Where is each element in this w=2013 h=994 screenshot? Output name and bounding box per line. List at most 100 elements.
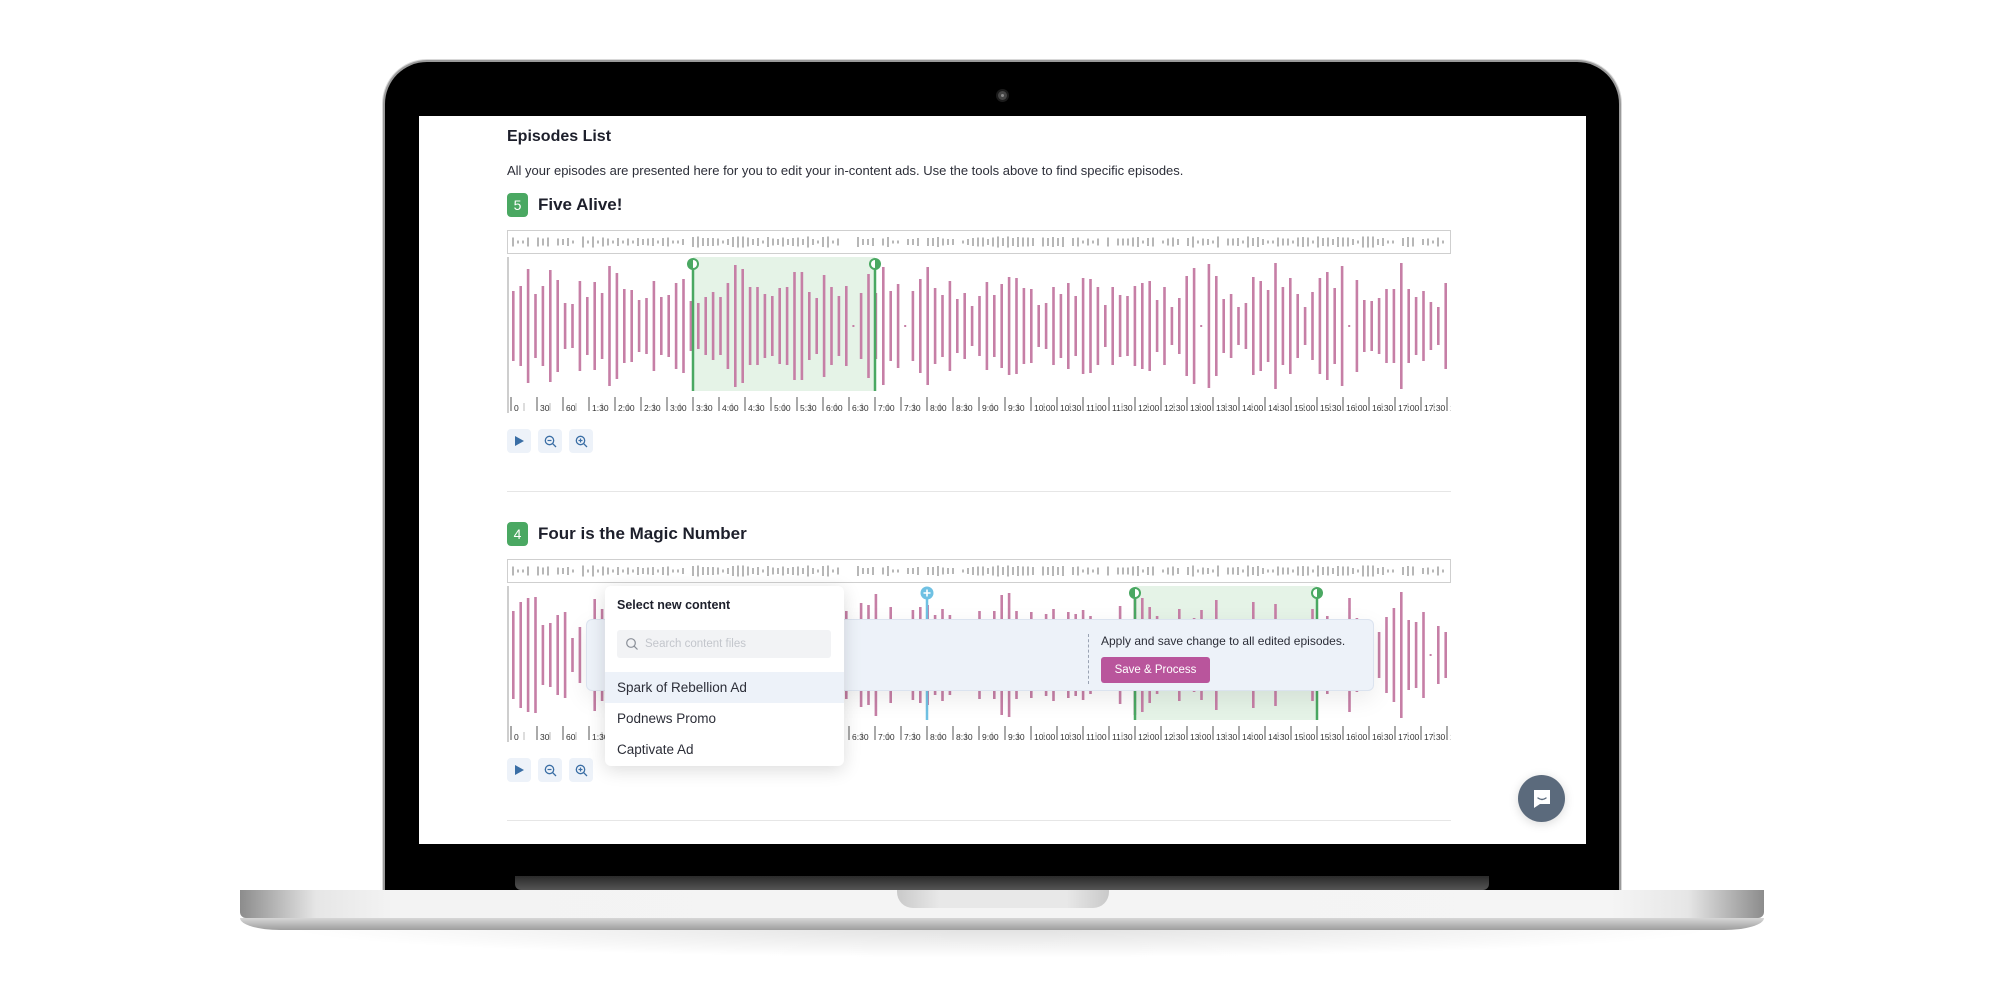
zoom-out-button[interactable] bbox=[538, 758, 562, 782]
overview-bar bbox=[1172, 237, 1174, 247]
dropdown-item[interactable]: Captivate Ad bbox=[605, 734, 844, 765]
overview-bar bbox=[747, 237, 749, 247]
overview-bar bbox=[1262, 239, 1264, 245]
waveform-bar bbox=[1414, 622, 1418, 688]
waveform-bar bbox=[741, 269, 744, 383]
time-label: 6:30 bbox=[852, 732, 869, 742]
overview-bar bbox=[677, 569, 679, 573]
episode-title[interactable]: Five Alive! bbox=[538, 195, 622, 215]
time-label: 13:30 bbox=[1216, 732, 1238, 742]
waveform-bar bbox=[623, 289, 626, 363]
overview-waveform[interactable] bbox=[507, 230, 1451, 254]
overview-bar bbox=[1017, 566, 1019, 576]
waveform-bar bbox=[1104, 305, 1107, 347]
overview-waveform[interactable] bbox=[507, 559, 1451, 583]
overview-bar bbox=[1232, 567, 1234, 575]
page-title: Episodes List bbox=[507, 128, 612, 145]
waveform-bar bbox=[1377, 632, 1381, 678]
waveform-bar bbox=[1429, 654, 1432, 656]
overview-bar bbox=[992, 237, 994, 247]
overview-bar bbox=[1352, 239, 1354, 245]
overview-bar bbox=[652, 238, 654, 246]
dropdown-item[interactable]: Spark of Rebellion Ad bbox=[605, 672, 844, 703]
time-label: 9:00 bbox=[982, 732, 999, 742]
overview-bar bbox=[572, 569, 574, 573]
play-icon bbox=[515, 436, 524, 446]
zoom-out-button[interactable] bbox=[538, 429, 562, 453]
overview-bar bbox=[522, 569, 524, 573]
overview-bar bbox=[992, 566, 994, 576]
overview-bar bbox=[747, 566, 749, 576]
time-label: 14:30 bbox=[1268, 732, 1290, 742]
overview-bar bbox=[732, 566, 734, 576]
time-label: 16:00 bbox=[1346, 403, 1368, 413]
overview-bar bbox=[872, 567, 874, 575]
overview-bar bbox=[1072, 567, 1074, 575]
overview-bar bbox=[627, 238, 629, 246]
time-label: 12:00 bbox=[1138, 403, 1160, 413]
zoom-in-button[interactable] bbox=[569, 758, 593, 782]
waveform-bar bbox=[778, 288, 781, 364]
overview-bar bbox=[827, 236, 829, 248]
play-button[interactable] bbox=[507, 758, 531, 782]
waveform-bar bbox=[808, 292, 811, 360]
overview-bar bbox=[1342, 237, 1344, 247]
content-search-input[interactable] bbox=[643, 637, 827, 651]
play-button[interactable] bbox=[507, 429, 531, 453]
overview-bar bbox=[837, 567, 839, 575]
overview-bar bbox=[757, 567, 759, 575]
overview-bar bbox=[987, 568, 989, 574]
overview-bar bbox=[567, 238, 569, 246]
overview-bar bbox=[862, 568, 864, 574]
overview-bar bbox=[1122, 238, 1124, 246]
chat-button[interactable] bbox=[1518, 775, 1565, 822]
waveform-bar bbox=[578, 627, 582, 683]
zoom-in-button[interactable] bbox=[569, 429, 593, 453]
waveform-bar bbox=[660, 297, 663, 355]
overview-bar bbox=[1247, 236, 1249, 248]
overview-bar bbox=[887, 237, 889, 247]
episode-title[interactable]: Four is the Magic Number bbox=[538, 524, 747, 544]
waveform-editor[interactable]: 0 30 60 1:30 2:00 2:30 3:00 3:30 4:00 4:30 5:00 5:3… bbox=[507, 257, 1451, 413]
waveform-bar bbox=[711, 292, 715, 360]
waveform-bar bbox=[734, 265, 737, 387]
waveform-bar bbox=[1377, 298, 1381, 354]
overview-bar bbox=[1282, 567, 1284, 575]
episode-divider bbox=[507, 491, 1451, 492]
waveform-bar bbox=[1052, 287, 1055, 365]
waveform-bar bbox=[697, 303, 700, 349]
overview-bar bbox=[1002, 238, 1004, 246]
time-label: 15:30 bbox=[1320, 732, 1342, 742]
overview-bar bbox=[1252, 567, 1254, 575]
waveform-bar bbox=[1074, 296, 1077, 356]
overview-bar bbox=[1432, 240, 1434, 244]
adbar-separator bbox=[1088, 634, 1089, 684]
time-label: 7:00 bbox=[878, 732, 895, 742]
overview-bar bbox=[1047, 238, 1049, 246]
waveform-bar bbox=[534, 294, 537, 358]
waveform-bar bbox=[1000, 284, 1003, 368]
overview-bar bbox=[887, 566, 889, 576]
overview-bar bbox=[692, 237, 694, 247]
overview-bar bbox=[1012, 238, 1014, 246]
overview-bar bbox=[947, 239, 949, 245]
time-label: 7:30 bbox=[904, 403, 921, 413]
time-label: 9:30 bbox=[1008, 403, 1025, 413]
waveform-bar bbox=[1163, 287, 1166, 365]
overview-bar bbox=[547, 237, 549, 247]
overview-bar bbox=[797, 237, 799, 247]
dropdown-item[interactable]: Podnews Promo bbox=[605, 703, 844, 734]
time-label: 12:30 bbox=[1164, 732, 1186, 742]
time-label: 13:30 bbox=[1216, 403, 1238, 413]
overview-bar bbox=[627, 567, 629, 575]
waveform-bar bbox=[1215, 276, 1218, 376]
time-label: 6:00 bbox=[826, 403, 843, 413]
content-search-field[interactable] bbox=[617, 630, 831, 658]
waveform-bar bbox=[1437, 307, 1440, 345]
overview-bar bbox=[597, 240, 599, 244]
save-process-button[interactable]: Save & Process bbox=[1101, 657, 1210, 683]
waveform-bar bbox=[726, 283, 730, 369]
waveform-bar bbox=[896, 284, 900, 368]
waveform-bar bbox=[719, 297, 722, 355]
waveform-bar bbox=[593, 282, 596, 370]
